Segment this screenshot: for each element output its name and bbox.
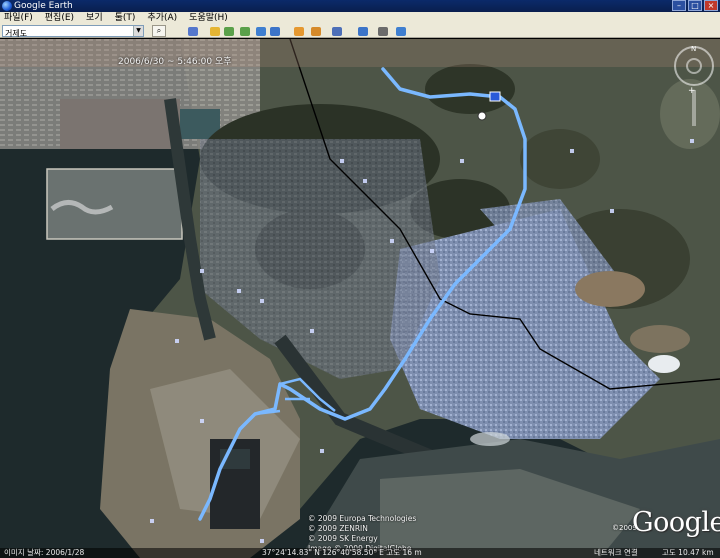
path-button[interactable] bbox=[238, 25, 252, 37]
sunlight-icon bbox=[294, 26, 304, 36]
map-pin-icon[interactable] bbox=[477, 111, 487, 121]
sidebar-icon bbox=[188, 26, 198, 36]
placemark-icon bbox=[210, 26, 220, 36]
toolbar: ▼ ⌕ bbox=[0, 24, 720, 39]
close-button[interactable]: × bbox=[704, 0, 718, 11]
copyright-line: © 2009 Europa Technologies bbox=[308, 514, 417, 523]
menu-help[interactable]: 도움말(H) bbox=[189, 12, 228, 24]
email-icon bbox=[358, 26, 368, 36]
streaming-status: 네트워크 연결 bbox=[594, 548, 638, 557]
planet-icon bbox=[311, 26, 321, 36]
status-bar: 이미지 날짜: 2006/1/28 37°24'14.83" N 126°40'… bbox=[0, 548, 720, 558]
placemark-button[interactable] bbox=[208, 25, 222, 37]
maximize-button[interactable]: □ bbox=[688, 0, 702, 11]
pointer-coordinates: 37°24'14.83" N 126°40'58.50" E 고도 16 m bbox=[262, 548, 422, 557]
north-icon: N bbox=[691, 45, 697, 53]
sunlight-button[interactable] bbox=[292, 25, 306, 37]
menu-add[interactable]: 추가(A) bbox=[147, 12, 177, 24]
path-icon bbox=[240, 26, 250, 36]
polygon-icon bbox=[224, 26, 234, 36]
image-date: 이미지 날짜: 2006/1/28 bbox=[4, 548, 85, 557]
title-bar: Google Earth – □ × bbox=[0, 0, 720, 12]
historical-imagery-bar[interactable] bbox=[0, 39, 720, 67]
menu-file[interactable]: 파일(F) bbox=[4, 12, 33, 24]
historical-imagery-button[interactable] bbox=[268, 25, 282, 37]
menu-edit[interactable]: 편집(E) bbox=[45, 12, 74, 24]
navigation-controls[interactable]: N + bbox=[672, 45, 716, 126]
copyright-line: © 2009 ZENRIN bbox=[308, 524, 368, 533]
view-in-maps-icon bbox=[396, 26, 406, 36]
minimize-button[interactable]: – bbox=[672, 0, 686, 11]
email-button[interactable] bbox=[356, 25, 370, 37]
polygon-button[interactable] bbox=[222, 25, 236, 37]
menu-view[interactable]: 보기 bbox=[86, 12, 103, 24]
chevron-down-icon[interactable]: ▼ bbox=[133, 26, 143, 36]
print-icon bbox=[378, 26, 388, 36]
ruler-icon bbox=[332, 26, 342, 36]
map-marker-icon[interactable] bbox=[489, 91, 501, 102]
window-title: Google Earth bbox=[14, 1, 73, 11]
search-input[interactable] bbox=[3, 28, 131, 39]
look-joystick-icon[interactable] bbox=[686, 58, 702, 74]
menu-tools[interactable]: 툴(T) bbox=[115, 12, 136, 24]
image-overlay-button[interactable] bbox=[254, 25, 268, 37]
historical-imagery-icon bbox=[270, 26, 280, 36]
search-button[interactable]: ⌕ bbox=[152, 25, 166, 37]
zoom-slider[interactable] bbox=[692, 90, 696, 126]
copyright-line: © 2009 SK Energy bbox=[308, 534, 378, 543]
search-icon: ⌕ bbox=[156, 26, 162, 35]
image-overlay-icon bbox=[256, 26, 266, 36]
search-combobox[interactable]: ▼ bbox=[2, 25, 144, 39]
google-earth-icon bbox=[2, 1, 12, 11]
google-logo: Google bbox=[632, 507, 720, 538]
view-in-maps-button[interactable] bbox=[394, 25, 408, 37]
eye-altitude: 고도 10.47 km bbox=[662, 548, 714, 557]
map-viewport[interactable] bbox=[0, 39, 720, 558]
google-earth-window: Google Earth – □ × 파일(F) 편집(E) 보기 툴(T) 추… bbox=[0, 0, 720, 558]
menu-bar: 파일(F) 편집(E) 보기 툴(T) 추가(A) 도움말(H) bbox=[0, 12, 720, 24]
satellite-imagery bbox=[0, 39, 720, 558]
planet-button[interactable] bbox=[309, 25, 323, 37]
print-button[interactable] bbox=[376, 25, 390, 37]
ruler-button[interactable] bbox=[330, 25, 344, 37]
imagery-date-label: 2006/6/30 ~ 5:46:00 오후 bbox=[118, 57, 232, 67]
sidebar-button[interactable] bbox=[186, 25, 200, 37]
